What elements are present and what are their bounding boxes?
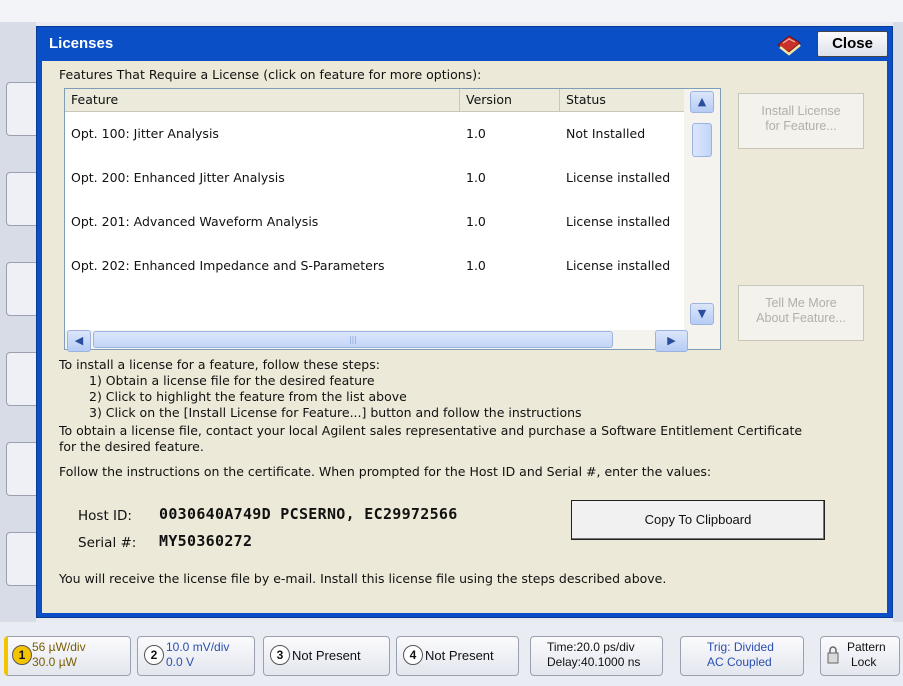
feature-cell: Opt. 202: Enhanced Impedance and S-Param… [71,258,385,273]
chevron-right-icon[interactable]: ▶ [655,330,688,352]
list-row[interactable]: Opt. 201: Advanced Waveform Analysis 1.0… [65,200,685,244]
tell-me-more-button[interactable]: Tell Me More About Feature... [738,285,864,341]
install-step-1: 1) Obtain a license file for the desired… [89,373,375,388]
trigger-indicator[interactable]: Trig: Divided AC Coupled [680,636,804,676]
list-row[interactable]: Opt. 100: Jitter Analysis 1.0 Not Instal… [65,112,685,156]
channel-1-indicator[interactable]: 1 56 µW/div 30.0 µW [4,636,131,676]
help-book-icon[interactable] [775,32,803,56]
trigger-coupling: AC Coupled [707,655,772,669]
version-cell: 1.0 [466,214,486,229]
column-header-version[interactable]: Version [460,89,560,111]
app-side-button[interactable] [6,82,37,136]
channel-2-offset: 0.0 V [166,655,195,669]
host-id-value: 0030640A749D PCSERNO, EC29972566 [159,505,458,523]
app-side-button[interactable] [6,442,37,496]
lock-icon [827,646,839,664]
status-cell: License installed [566,258,671,273]
timebase-delay: Delay:40.1000 ns [547,655,641,669]
dialog-body: Features That Require a License (click o… [42,61,887,613]
column-header-feature[interactable]: Feature [65,89,460,111]
column-header-status[interactable]: Status [560,89,685,111]
dialog-title: Licenses [49,35,114,52]
channel-2-indicator[interactable]: 2 10.0 mV/div 0.0 V [137,636,255,676]
app-side-button[interactable] [6,172,37,226]
channel-2-badge: 2 [144,645,164,665]
feature-cell: Opt. 100: Jitter Analysis [71,126,219,141]
status-cell: Not Installed [566,126,646,141]
vertical-scrollbar[interactable]: ▲ ▼ [684,89,720,330]
install-step-3: 3) Click on the [Install License for Fea… [89,405,582,420]
install-steps-intro: To install a license for a feature, foll… [59,357,380,372]
chevron-down-icon[interactable]: ▼ [690,303,714,325]
vertical-scroll-thumb[interactable] [692,123,712,157]
horizontal-scroll-thumb[interactable]: ||| [93,331,613,348]
channel-4-badge: 4 [403,645,423,665]
copy-to-clipboard-button[interactable]: Copy To Clipboard [571,500,825,540]
pattern-lock-button[interactable]: Pattern Lock [820,636,900,676]
list-row[interactable]: Opt. 202: Enhanced Impedance and S-Param… [65,244,685,288]
channel-1-offset: 30.0 µW [32,655,77,669]
pattern-label: Pattern [847,640,886,654]
app-right-edge [893,22,903,622]
certificate-instructions: Follow the instructions on the certifica… [59,464,712,479]
channel-3-badge: 3 [270,645,290,665]
serial-label: Serial #: [78,535,137,551]
version-cell: 1.0 [466,258,486,273]
status-cell: License installed [566,214,671,229]
list-row[interactable]: Opt. 200: Enhanced Jitter Analysis 1.0 L… [65,156,685,200]
install-step-2: 2) Click to highlight the feature from t… [89,389,407,404]
licenses-dialog: Licenses Close Features That Require a L… [36,26,893,618]
version-cell: 1.0 [466,170,486,185]
install-license-button[interactable]: Install License for Feature... [738,93,864,149]
app-side-button[interactable] [6,262,37,316]
dialog-titlebar[interactable]: Licenses Close [37,27,892,61]
tell-me-more-label-line2: About Feature... [756,311,846,325]
obtain-license-text-1: To obtain a license file, contact your l… [59,423,803,438]
version-cell: 1.0 [466,126,486,141]
channel-1-badge: 1 [12,645,32,665]
horizontal-scrollbar[interactable]: ◀ ||| ▶ [65,330,720,352]
host-id-label: Host ID: [78,508,132,524]
timebase-scale: Time:20.0 ps/div [547,640,635,654]
channel-4-status: Not Present [425,648,494,663]
channel-4-indicator[interactable]: 4 Not Present [396,636,519,676]
channel-1-scale: 56 µW/div [32,640,86,654]
serial-value: MY50360272 [159,532,253,550]
tell-me-more-label-line1: Tell Me More [765,296,837,310]
status-cell: License installed [566,170,671,185]
list-caption: Features That Require a License (click o… [59,67,482,82]
status-bar: 1 56 µW/div 30.0 µW 2 10.0 mV/div 0.0 V … [0,636,903,686]
close-button[interactable]: Close [817,31,888,57]
feature-cell: Opt. 200: Enhanced Jitter Analysis [71,170,285,185]
feature-list[interactable]: Feature Version Status Opt. 100: Jitter … [64,88,721,352]
lock-label: Lock [851,655,877,669]
install-license-label-line1: Install License [761,104,841,118]
channel-2-scale: 10.0 mV/div [166,640,230,654]
app-side-button[interactable] [6,352,37,406]
feature-cell: Opt. 201: Advanced Waveform Analysis [71,214,319,229]
app-side-button[interactable] [6,532,37,586]
channel-3-status: Not Present [292,648,361,663]
list-header: Feature Version Status [65,89,685,112]
channel-3-indicator[interactable]: 3 Not Present [263,636,390,676]
chevron-up-icon[interactable]: ▲ [690,91,714,113]
obtain-license-text-2: for the desired feature. [59,439,204,454]
chevron-left-icon[interactable]: ◀ [67,330,91,352]
email-note: You will receive the license file by e-m… [59,571,667,586]
app-left-panel [0,22,37,622]
timebase-indicator[interactable]: Time:20.0 ps/div Delay:40.1000 ns [530,636,663,676]
trigger-source: Trig: Divided [707,640,774,654]
install-license-label-line2: for Feature... [765,119,837,133]
app-top-strip [0,0,903,22]
